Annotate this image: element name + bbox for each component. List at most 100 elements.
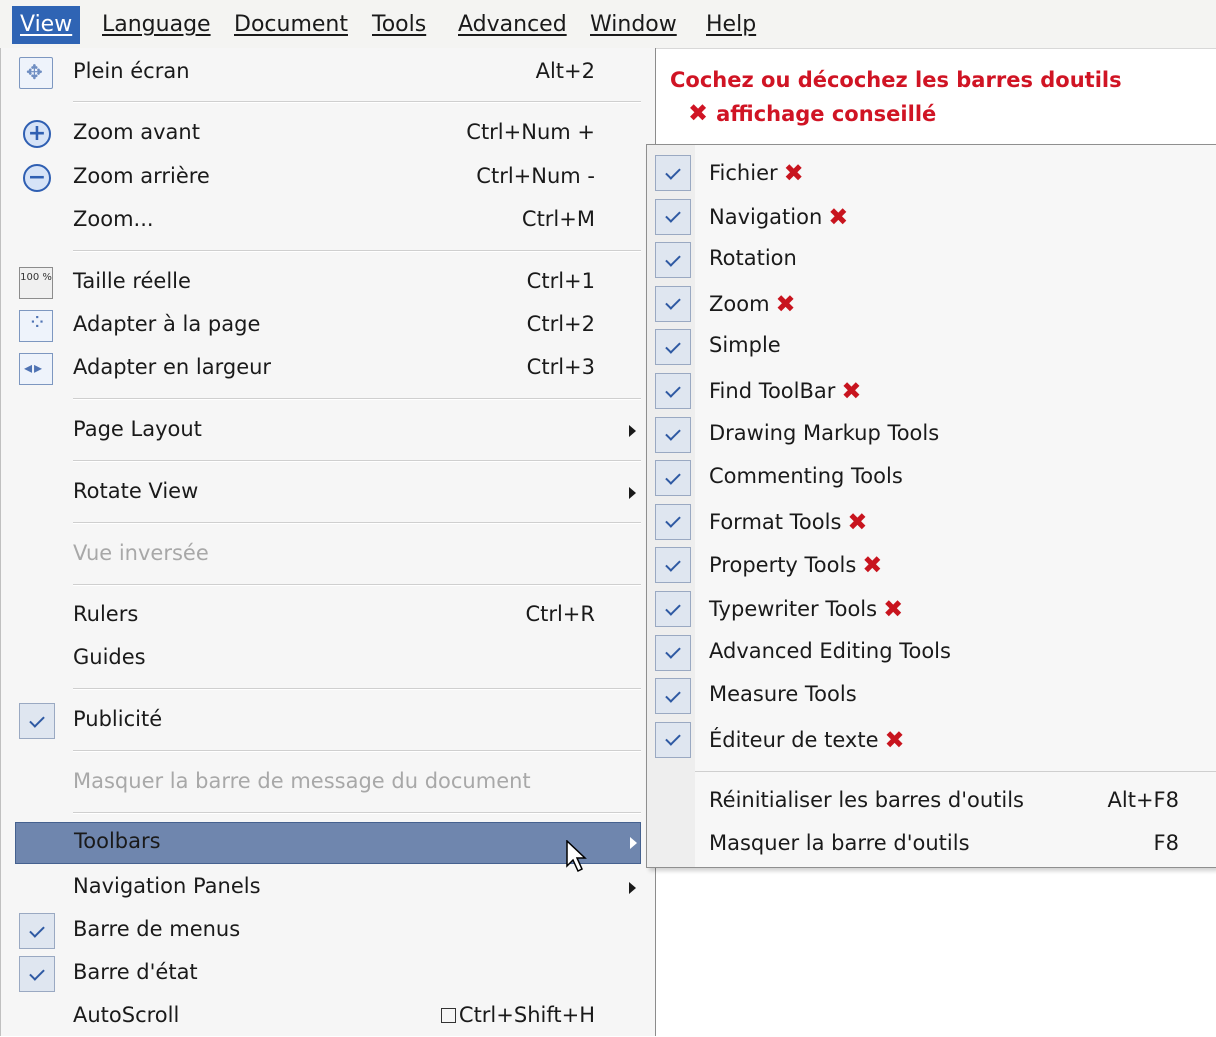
menu-item-label: Rulers — [73, 602, 139, 626]
check-icon — [655, 242, 691, 279]
fit-page-icon — [19, 310, 53, 342]
menu-item-vue-inversee: Vue inversée — [1, 535, 641, 575]
menu-advanced[interactable]: Advanced — [450, 6, 575, 44]
menu-item-taille-reelle[interactable]: 100 % Taille réelle Ctrl+1 — [1, 263, 641, 303]
check-icon — [655, 460, 691, 497]
menu-separator — [73, 584, 641, 586]
submenu-item-toolbar[interactable]: Navigation ✖ — [647, 196, 1216, 238]
submenu-item-toolbar[interactable]: Fichier ✖ — [647, 152, 1216, 194]
submenu-item-toolbar[interactable]: Advanced Editing Tools — [647, 632, 1216, 674]
menu-item-autoscroll[interactable]: AutoScroll Ctrl+Shift+H — [1, 997, 641, 1037]
check-icon — [655, 721, 691, 758]
submenu-item-text: Rotation — [709, 246, 797, 271]
red-x-mark-icon: ✖ — [688, 99, 709, 127]
menu-item-label: Barre d'état — [73, 960, 198, 984]
zoom-out-icon: − — [23, 164, 51, 192]
menu-tools[interactable]: Tools — [364, 6, 434, 44]
menu-document[interactable]: Document — [226, 6, 356, 44]
red-x-mark-icon: ✖ — [828, 202, 849, 231]
submenu-item-toolbar[interactable]: Simple — [647, 326, 1216, 368]
submenu-item-text: Drawing Markup Tools — [709, 420, 940, 445]
submenu-arrow-icon — [630, 837, 637, 849]
submenu-item-hide-toolbar[interactable]: Masquer la barre d'outils F8 — [647, 824, 1216, 866]
check-icon — [655, 678, 691, 715]
menu-item-plein-ecran[interactable]: Plein écran Alt+2 — [1, 53, 641, 93]
submenu-item-shortcut: F8 — [1153, 831, 1179, 855]
submenu-item-toolbar[interactable]: Typewriter Tools ✖ — [647, 588, 1216, 630]
check-icon — [655, 285, 691, 322]
submenu-item-text: Format Tools — [709, 509, 842, 534]
menu-item-zoom-avant[interactable]: + Zoom avant Ctrl+Num + — [1, 114, 641, 154]
menu-window[interactable]: Window — [582, 6, 685, 44]
submenu-item-text: Fichier — [709, 161, 778, 185]
submenu-item-toolbar[interactable]: Éditeur de texte ✖ — [647, 719, 1216, 761]
menu-item-rulers[interactable]: Rulers Ctrl+R — [1, 596, 641, 636]
menu-item-label: Zoom avant — [73, 120, 200, 144]
check-icon — [655, 547, 691, 584]
menu-item-barre-etat[interactable]: Barre d'état — [1, 954, 641, 994]
submenu-item-label: Navigation ✖ — [709, 203, 848, 231]
menu-item-label: Guides — [73, 645, 146, 669]
menu-item-label: Toolbars — [74, 829, 161, 853]
submenu-item-shortcut: Alt+F8 — [1107, 788, 1179, 812]
submenu-item-label: Property Tools ✖ — [709, 551, 882, 579]
menu-separator — [73, 688, 641, 690]
menu-help[interactable]: Help — [698, 6, 764, 44]
menu-item-barre-menus[interactable]: Barre de menus — [1, 911, 641, 951]
menu-item-page-layout[interactable]: Page Layout — [1, 411, 641, 451]
mouse-cursor-icon — [566, 840, 587, 873]
check-icon — [655, 634, 691, 671]
menu-item-toolbars[interactable]: Toolbars — [15, 822, 641, 864]
view-menu: Plein écran Alt+2 + Zoom avant Ctrl+Num … — [0, 48, 656, 1036]
submenu-item-text: Property Tools — [709, 553, 857, 578]
submenu-item-text: Typewriter Tools — [709, 597, 878, 621]
submenu-item-toolbar[interactable]: Zoom ✖ — [647, 283, 1216, 325]
menu-item-publicite[interactable]: Publicité — [1, 701, 641, 741]
menu-item-masquer-message: Masquer la barre de message du document — [1, 763, 641, 803]
menu-item-zoom[interactable]: Zoom... Ctrl+M — [1, 201, 641, 241]
menu-language[interactable]: Language — [94, 6, 219, 44]
square-glyph-icon — [440, 1008, 456, 1023]
menu-item-label: Navigation Panels — [73, 874, 261, 898]
submenu-item-toolbar[interactable]: Commenting Tools — [647, 457, 1216, 499]
red-x-mark-icon: ✖ — [884, 725, 905, 754]
menu-item-label: Zoom... — [73, 207, 154, 231]
menu-item-label: AutoScroll — [73, 1003, 180, 1027]
menu-item-adapter-page[interactable]: Adapter à la page Ctrl+2 — [1, 306, 641, 346]
menu-item-adapter-largeur[interactable]: Adapter en largeur Ctrl+3 — [1, 349, 641, 389]
menu-view[interactable]: View — [12, 6, 81, 44]
actual-size-icon: 100 % — [19, 267, 53, 299]
menu-separator — [73, 398, 641, 400]
submenu-item-text: Advanced Editing Tools — [709, 638, 951, 663]
submenu-item-toolbar[interactable]: Drawing Markup Tools — [647, 414, 1216, 456]
menu-item-shortcut: Ctrl+M — [521, 207, 595, 231]
submenu-item-toolbar[interactable]: Format Tools ✖ — [647, 501, 1216, 543]
check-icon — [655, 591, 691, 627]
submenu-item-toolbar[interactable]: Measure Tools — [647, 675, 1216, 717]
submenu-item-text: Commenting Tools — [709, 464, 903, 489]
menu-item-label: Barre de menus — [73, 917, 241, 941]
submenu-item-toolbar[interactable]: Property Tools ✖ — [647, 544, 1216, 586]
red-x-mark-icon: ✖ — [883, 595, 904, 623]
menu-item-rotate-view[interactable]: Rotate View — [1, 473, 641, 513]
toolbars-submenu: Fichier ✖ Navigation ✖ Rotation Zoom ✖ Simple Fi… — [646, 144, 1216, 868]
red-x-mark-icon: ✖ — [862, 551, 883, 580]
menu-item-zoom-arriere[interactable]: − Zoom arrière Ctrl+Num - — [1, 158, 641, 198]
red-x-mark-icon: ✖ — [841, 377, 862, 405]
submenu-item-reset-toolbars[interactable]: Réinitialiser les barres d'outils Alt+F8 — [647, 781, 1216, 823]
menu-item-shortcut: Ctrl+1 — [526, 269, 595, 293]
fullscreen-icon — [19, 57, 53, 89]
submenu-item-label: Masquer la barre d'outils — [709, 831, 970, 855]
submenu-item-text: Éditeur de texte — [709, 727, 879, 752]
menu-item-guides[interactable]: Guides — [1, 639, 641, 679]
submenu-separator — [695, 771, 1216, 772]
menu-item-navigation-panels[interactable]: Navigation Panels — [1, 868, 641, 908]
submenu-item-toolbar[interactable]: Find ToolBar ✖ — [647, 370, 1216, 412]
menu-item-label: Masquer la barre de message du document — [73, 769, 531, 793]
menu-separator — [73, 522, 641, 524]
submenu-item-text: Zoom — [709, 291, 770, 316]
submenu-item-label: Typewriter Tools ✖ — [709, 595, 903, 623]
check-icon — [655, 155, 691, 191]
submenu-item-toolbar[interactable]: Rotation — [647, 239, 1216, 281]
red-x-mark-icon: ✖ — [783, 159, 804, 187]
